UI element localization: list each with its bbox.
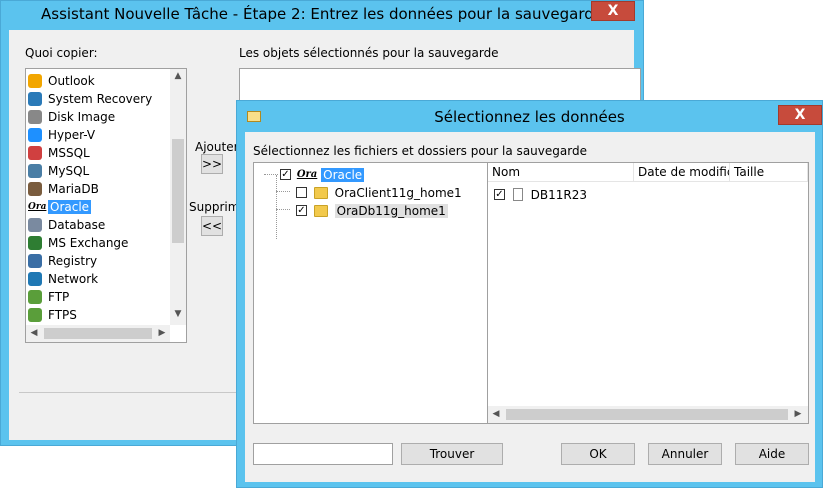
source-list-vscrollbar[interactable]: ▲ ▼ — [170, 69, 186, 325]
hscroll-thumb[interactable] — [506, 409, 788, 420]
ok-button[interactable]: OK — [561, 443, 635, 465]
folder-icon — [313, 186, 328, 199]
source-list-hscrollbar[interactable]: ◀ ▶ — [26, 325, 170, 342]
scroll-thumb[interactable] — [172, 139, 184, 243]
source-item-outlook[interactable]: Outlook — [28, 71, 97, 89]
source-item-ms-exchange[interactable]: MS Exchange — [28, 233, 130, 251]
file-list-header: Nom Date de modific... Taille — [488, 163, 808, 182]
select-data-dialog: Sélectionnez les données X Sélectionnez … — [236, 100, 823, 488]
column-date[interactable]: Date de modific... — [634, 163, 730, 181]
dialog-titlebar[interactable]: Sélectionnez les données X — [237, 101, 822, 131]
tree-node-oradb[interactable]: ✓ OraDb11g_home1 — [296, 201, 448, 219]
file-icon — [512, 188, 523, 201]
selected-objects-label: Les objets sélectionnés pour la sauvegar… — [239, 46, 499, 60]
wizard-title: Assistant Nouvelle Tâche - Étape 2: Entr… — [41, 5, 603, 23]
source-item-oracle[interactable]: Ora Oracle — [28, 197, 92, 215]
source-item-label: Database — [48, 217, 106, 232]
dialog-close-button[interactable]: X — [778, 105, 822, 125]
oracle-icon: Ora — [28, 201, 47, 212]
tree-checkbox-oraclient[interactable] — [296, 187, 307, 198]
remove-button[interactable]: << — [201, 216, 223, 236]
tree-node-label: Oracle — [321, 167, 365, 182]
file-name: DB11R23 — [530, 187, 588, 202]
tree-checkbox-oradb[interactable]: ✓ — [296, 205, 307, 216]
scroll-right-icon[interactable]: ▶ — [790, 407, 806, 423]
folder-icon — [313, 204, 328, 217]
add-label: Ajouter — [195, 140, 239, 154]
scroll-left-icon[interactable]: ◀ — [26, 326, 42, 342]
source-item-mariadb[interactable]: MariaDB — [28, 179, 101, 197]
source-item-registry[interactable]: Registry — [28, 251, 99, 269]
find-button[interactable]: Trouver — [401, 443, 503, 465]
source-item-ftps[interactable]: FTPS — [28, 305, 79, 323]
what-to-copy-label: Quoi copier: — [25, 46, 98, 60]
ftp-icon — [28, 289, 42, 304]
column-name[interactable]: Nom — [488, 163, 634, 181]
ms-exchange-icon — [28, 235, 42, 250]
tree-node-oraclient[interactable]: OraClient11g_home1 — [296, 183, 462, 201]
scroll-down-icon[interactable]: ▼ — [170, 307, 186, 323]
source-item-label: FTP — [48, 289, 70, 304]
file-row[interactable]: ✓ DB11R23 — [494, 185, 587, 203]
wizard-titlebar[interactable]: Assistant Nouvelle Tâche - Étape 2: Entr… — [1, 1, 643, 28]
mariadb-icon — [28, 181, 42, 196]
database-icon — [28, 217, 42, 232]
oracle-icon: Ora — [296, 168, 318, 180]
tree-node-label: OraClient11g_home1 — [334, 185, 462, 200]
source-item-label: MySQL — [48, 163, 90, 178]
file-list-hscrollbar[interactable]: ◀ ▶ — [488, 406, 808, 423]
search-input[interactable] — [253, 443, 393, 465]
network-icon — [28, 271, 42, 286]
tree-checkbox-oracle[interactable]: ✓ — [280, 169, 291, 180]
source-item-label: Registry — [48, 253, 98, 268]
scroll-up-icon[interactable]: ▲ — [170, 69, 186, 85]
disk-image-icon — [28, 109, 42, 124]
source-item-label: System Recovery — [48, 91, 153, 106]
cancel-button[interactable]: Annuler — [648, 443, 722, 465]
source-item-label: MSSQL — [48, 145, 90, 160]
source-item-label: Oracle — [48, 199, 92, 214]
dialog-instruction: Sélectionnez les fichiers et dossiers po… — [253, 144, 587, 158]
source-item-database[interactable]: Database — [28, 215, 107, 233]
add-button[interactable]: >> — [201, 154, 223, 174]
source-item-label: Outlook — [48, 73, 95, 88]
system-recovery-icon — [28, 91, 42, 106]
source-item-label: Hyper-V — [48, 127, 96, 142]
source-item-label: Disk Image — [48, 109, 116, 124]
mssql-icon — [28, 145, 42, 160]
registry-icon — [28, 253, 42, 268]
source-list[interactable]: Outlook System Recovery Disk Image Hyper-V M… — [25, 68, 187, 343]
source-item-mssql[interactable]: MSSQL — [28, 143, 92, 161]
source-item-ftp[interactable]: FTP — [28, 287, 71, 305]
outlook-icon — [28, 73, 42, 88]
source-item-network[interactable]: Network — [28, 269, 100, 287]
source-item-label: FTPS — [48, 307, 77, 322]
tree-node-oracle[interactable]: ✓ Ora Oracle — [280, 165, 365, 183]
wizard-close-button[interactable]: X — [591, 1, 635, 21]
source-item-disk-image[interactable]: Disk Image — [28, 107, 117, 125]
source-item-label: MariaDB — [48, 181, 99, 196]
folder-tree[interactable]: ✓ Ora Oracle OraClient11g_home1 ✓ OraDb1… — [253, 162, 489, 424]
source-item-mysql[interactable]: MySQL — [28, 161, 91, 179]
dialog-client: Sélectionnez les fichiers et dossiers po… — [245, 132, 815, 482]
tree-node-label: OraDb11g_home1 — [334, 203, 448, 218]
hyper-v-icon — [28, 127, 42, 142]
source-item-label: MS Exchange — [48, 235, 129, 250]
source-item-system-recovery[interactable]: System Recovery — [28, 89, 154, 107]
ftps-icon — [28, 307, 42, 322]
file-checkbox[interactable]: ✓ — [494, 189, 505, 200]
help-button[interactable]: Aide — [735, 443, 809, 465]
file-list[interactable]: Nom Date de modific... Taille ✓ DB11R23 … — [487, 162, 809, 424]
source-item-label: Network — [48, 271, 99, 286]
scroll-left-icon[interactable]: ◀ — [488, 407, 504, 423]
mysql-icon — [28, 163, 42, 178]
column-size[interactable]: Taille — [730, 163, 808, 181]
hscroll-thumb[interactable] — [44, 328, 152, 339]
dialog-title: Sélectionnez les données — [434, 108, 625, 126]
source-item-hyper-v[interactable]: Hyper-V — [28, 125, 97, 143]
scroll-right-icon[interactable]: ▶ — [154, 326, 170, 342]
